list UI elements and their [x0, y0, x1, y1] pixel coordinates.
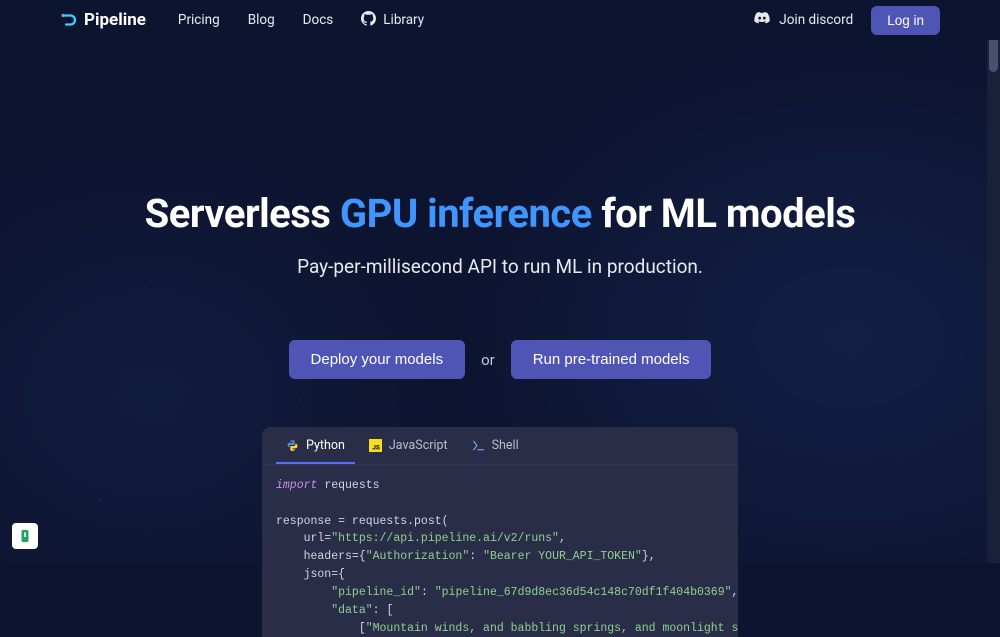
discord-label: Join discord	[779, 12, 853, 28]
python-icon	[286, 439, 299, 452]
code-str: "https://api.pipeline.ai/v2/runs"	[331, 532, 559, 545]
login-button[interactable]: Log in	[871, 6, 940, 35]
code-txt: :	[469, 550, 483, 563]
tab-shell[interactable]: Shell	[462, 427, 529, 464]
svg-text:JS: JS	[372, 443, 380, 451]
tab-python-label: Python	[306, 438, 345, 453]
hero-title-accent: GPU inference	[340, 190, 592, 237]
run-pretrained-button[interactable]: Run pre-trained models	[511, 340, 712, 379]
join-discord[interactable]: Join discord	[754, 10, 853, 30]
code-txt	[276, 604, 331, 617]
code-txt: json={	[276, 568, 345, 581]
nav-docs[interactable]: Docs	[303, 12, 334, 28]
code-card: Python JS JavaScript Shell import reques…	[262, 427, 738, 637]
cta-row: Deploy your models or Run pre-trained mo…	[0, 340, 1000, 379]
nav-right: Join discord Log in	[754, 6, 940, 35]
hero-title-pre: Serverless	[145, 190, 340, 237]
github-icon	[361, 11, 376, 30]
code-txt: headers={	[276, 550, 366, 563]
code-kw: import	[276, 479, 317, 492]
code-str: "Mountain winds, and babbling springs, a…	[366, 622, 738, 635]
tab-python[interactable]: Python	[276, 427, 355, 464]
code-str: "pipeline_67d9d8ec36d54c148c70df1f404b03…	[435, 586, 732, 599]
nav-library-label: Library	[383, 12, 424, 28]
logo[interactable]: Pipeline	[60, 10, 146, 30]
nav-blog[interactable]: Blog	[248, 12, 275, 28]
code-txt: requests	[317, 479, 379, 492]
code-tabs: Python JS JavaScript Shell	[262, 427, 738, 465]
code-txt: url=	[276, 532, 331, 545]
shell-icon	[472, 439, 485, 452]
nav-library[interactable]: Library	[361, 11, 424, 30]
tab-shell-label: Shell	[492, 438, 519, 453]
deploy-button[interactable]: Deploy your models	[289, 340, 466, 379]
top-nav: Pipeline Pricing Blog Docs Library Join …	[0, 0, 1000, 40]
logo-text: Pipeline	[84, 10, 146, 30]
discord-icon	[754, 10, 770, 30]
code-str: "data"	[331, 604, 372, 617]
code-txt: [	[276, 622, 366, 635]
hero: Serverless GPU inference for ML models P…	[0, 40, 1000, 637]
hero-title-post: for ML models	[592, 190, 856, 237]
cta-or: or	[481, 351, 495, 369]
key-icon	[19, 529, 31, 543]
code-txt	[276, 586, 331, 599]
pipeline-logo-icon	[60, 11, 78, 29]
code-txt: },	[642, 550, 656, 563]
code-txt: :	[421, 586, 435, 599]
tab-javascript-label: JavaScript	[389, 438, 448, 453]
code-txt: ,	[732, 586, 739, 599]
javascript-icon: JS	[369, 439, 382, 452]
code-body: import requests response = requests.post…	[262, 465, 738, 637]
hero-title: Serverless GPU inference for ML models	[0, 190, 1000, 237]
code-str: "pipeline_id"	[331, 586, 421, 599]
code-txt: response = requests.post(	[276, 515, 449, 528]
code-str: "Bearer YOUR_API_TOKEN"	[483, 550, 642, 563]
tab-javascript[interactable]: JS JavaScript	[359, 427, 458, 464]
code-txt: ,	[559, 532, 566, 545]
hero-subtitle: Pay-per-millisecond API to run ML in pro…	[0, 255, 1000, 278]
floating-help-button[interactable]	[12, 523, 38, 549]
nav-links: Pricing Blog Docs Library	[178, 11, 424, 30]
code-str: "Authorization"	[366, 550, 470, 563]
nav-pricing[interactable]: Pricing	[178, 12, 220, 28]
code-txt: : [	[373, 604, 394, 617]
